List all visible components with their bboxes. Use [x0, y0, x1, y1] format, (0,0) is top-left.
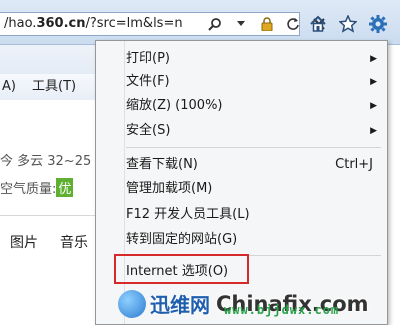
menu-item-label: 查看下载(N): [126, 157, 198, 172]
menu-separator: [126, 147, 381, 148]
refresh-icon[interactable]: [283, 14, 303, 34]
tab-images[interactable]: 图片: [10, 235, 38, 251]
menu-item-shortcut: Ctrl+J: [335, 157, 373, 172]
watermark-logo-icon: [118, 289, 146, 318]
url-prefix: /hao.: [4, 16, 37, 31]
menu-item-file[interactable]: 文件(F) ▶: [126, 71, 379, 93]
menu-item-print[interactable]: 打印(P) ▶: [126, 48, 379, 70]
submenu-arrow-icon: ▶: [370, 54, 377, 64]
air-quality-label: 空气质量:: [0, 182, 57, 197]
command-icons: [308, 14, 388, 34]
air-quality-badge: 优: [56, 178, 74, 197]
menu-item-view-downloads[interactable]: 查看下载(N) Ctrl+J: [126, 154, 379, 176]
menu-item-manage-addons[interactable]: 管理加载项(M): [126, 178, 379, 200]
home-icon[interactable]: [308, 14, 328, 34]
menu-item-zoom[interactable]: 缩放(Z) (100%) ▶: [126, 95, 379, 117]
web-page: [0, 100, 95, 325]
browser-menubar: A) 工具(T): [0, 74, 95, 101]
toolbar-gap: [0, 45, 95, 74]
air-quality: 空气质量: 优: [0, 178, 74, 197]
menu-item-label: 文件(F): [126, 74, 170, 89]
url-domain: 360.cn: [36, 16, 86, 31]
search-icon[interactable]: [205, 14, 225, 34]
weather-text: 今 多云 32~25: [0, 154, 92, 169]
menu-item-safety[interactable]: 安全(S) ▶: [126, 120, 379, 142]
menu-item-pinned-sites[interactable]: 转到固定的网站(G): [126, 229, 379, 251]
submenu-arrow-icon: ▶: [370, 126, 377, 136]
url-suffix: /?src=lm&ls=n: [85, 16, 183, 31]
lock-icon[interactable]: [257, 14, 277, 34]
menubar-item-a[interactable]: A): [2, 74, 16, 100]
menu-item-label: 安全(S): [126, 123, 171, 138]
tab-music[interactable]: 音乐: [60, 235, 88, 251]
menu-item-dev-tools[interactable]: F12 开发人员工具(L): [126, 204, 379, 226]
divider: [0, 215, 95, 216]
watermark-cn: 迅维网: [150, 293, 210, 317]
gear-icon[interactable]: [368, 14, 388, 34]
submenu-arrow-icon: ▶: [370, 77, 377, 87]
menu-item-label: F12 开发人员工具(L): [126, 207, 250, 222]
browser-toolbar: /hao.360.cn/?src=lm&ls=n: [0, 0, 400, 45]
favorites-star-icon[interactable]: [338, 14, 358, 34]
menubar-item-tools[interactable]: 工具(T): [32, 74, 76, 100]
submenu-arrow-icon: ▶: [370, 101, 377, 111]
dropdown-arrow-icon[interactable]: [231, 14, 251, 34]
watermark-url: www.bjjdwx.com: [224, 303, 340, 317]
menu-item-label: 缩放(Z) (100%): [126, 98, 223, 113]
highlight-box: [114, 254, 249, 284]
menu-item-label: 打印(P): [126, 51, 170, 66]
menu-item-label: 管理加载项(M): [126, 181, 213, 196]
menu-item-label: 转到固定的网站(G): [126, 232, 238, 247]
